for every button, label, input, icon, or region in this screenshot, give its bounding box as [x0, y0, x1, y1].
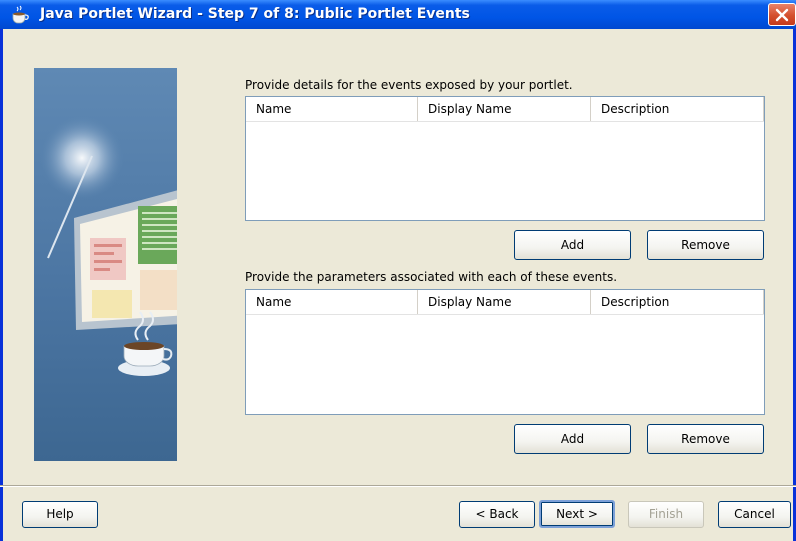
wizard-dialog: Java Portlet Wizard - Step 7 of 8: Publi… — [0, 0, 796, 541]
events-add-button[interactable]: Add — [514, 230, 631, 260]
parameters-remove-button[interactable]: Remove — [647, 424, 764, 454]
parameters-table-body[interactable] — [246, 315, 764, 414]
parameters-col-description[interactable]: Description — [591, 290, 764, 314]
help-button[interactable]: Help — [22, 501, 98, 528]
java-cup-icon — [9, 5, 33, 25]
next-button[interactable]: Next > — [539, 500, 615, 528]
events-col-display-name[interactable]: Display Name — [418, 97, 591, 121]
footer-separator — [0, 485, 796, 487]
parameters-add-button[interactable]: Add — [514, 424, 631, 454]
events-table[interactable]: Name Display Name Description — [245, 96, 765, 221]
events-table-body[interactable] — [246, 122, 764, 220]
window-frame-left — [0, 29, 3, 541]
close-icon — [775, 8, 789, 22]
cancel-button[interactable]: Cancel — [718, 501, 791, 528]
parameters-section-label: Provide the parameters associated with e… — [245, 270, 618, 284]
parameters-table[interactable]: Name Display Name Description — [245, 289, 765, 415]
title-bar[interactable]: Java Portlet Wizard - Step 7 of 8: Publi… — [0, 0, 796, 29]
parameters-col-name[interactable]: Name — [246, 290, 418, 314]
wizard-side-illustration — [34, 68, 177, 461]
events-section-label: Provide details for the events exposed b… — [245, 78, 573, 92]
events-table-header: Name Display Name Description — [246, 97, 764, 122]
window-title: Java Portlet Wizard - Step 7 of 8: Publi… — [40, 6, 470, 22]
parameters-table-header: Name Display Name Description — [246, 290, 764, 315]
finish-button[interactable]: Finish — [628, 501, 704, 528]
events-col-name[interactable]: Name — [246, 97, 418, 121]
back-button[interactable]: < Back — [459, 501, 535, 528]
events-col-description[interactable]: Description — [591, 97, 764, 121]
events-remove-button[interactable]: Remove — [647, 230, 764, 260]
parameters-col-display-name[interactable]: Display Name — [418, 290, 591, 314]
close-button[interactable] — [768, 3, 796, 26]
